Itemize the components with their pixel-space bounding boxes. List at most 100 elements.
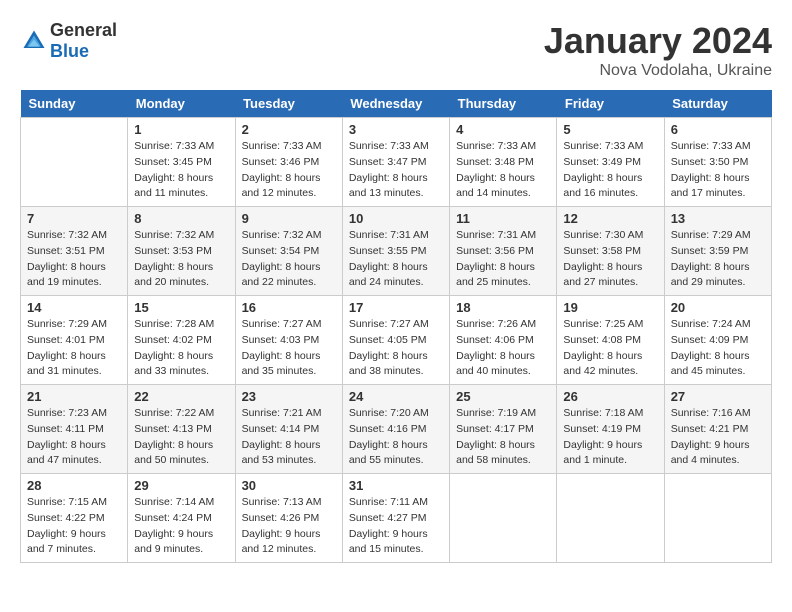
day-number: 20	[671, 300, 765, 315]
day-info: Sunrise: 7:16 AMSunset: 4:21 PMDaylight:…	[671, 406, 765, 469]
weekday-header-sunday: Sunday	[21, 90, 128, 118]
calendar-cell: 20 Sunrise: 7:24 AMSunset: 4:09 PMDayligh…	[664, 296, 771, 385]
day-info: Sunrise: 7:14 AMSunset: 4:24 PMDaylight:…	[134, 495, 228, 558]
calendar-cell: 14 Sunrise: 7:29 AMSunset: 4:01 PMDayligh…	[21, 296, 128, 385]
calendar-cell: 9 Sunrise: 7:32 AMSunset: 3:54 PMDaylight…	[235, 207, 342, 296]
day-number: 16	[242, 300, 336, 315]
calendar-cell: 15 Sunrise: 7:28 AMSunset: 4:02 PMDayligh…	[128, 296, 235, 385]
calendar-cell: 12 Sunrise: 7:30 AMSunset: 3:58 PMDayligh…	[557, 207, 664, 296]
day-number: 10	[349, 211, 443, 226]
calendar-cell: 1 Sunrise: 7:33 AMSunset: 3:45 PMDaylight…	[128, 118, 235, 207]
day-info: Sunrise: 7:19 AMSunset: 4:17 PMDaylight:…	[456, 406, 550, 469]
calendar-cell	[664, 474, 771, 563]
day-info: Sunrise: 7:33 AMSunset: 3:45 PMDaylight:…	[134, 139, 228, 202]
day-info: Sunrise: 7:33 AMSunset: 3:47 PMDaylight:…	[349, 139, 443, 202]
day-number: 15	[134, 300, 228, 315]
logo-general-text: General	[50, 20, 117, 40]
calendar-cell: 16 Sunrise: 7:27 AMSunset: 4:03 PMDayligh…	[235, 296, 342, 385]
weekday-header-wednesday: Wednesday	[342, 90, 449, 118]
calendar-cell: 3 Sunrise: 7:33 AMSunset: 3:47 PMDaylight…	[342, 118, 449, 207]
day-number: 27	[671, 389, 765, 404]
calendar-week-row: 21Sunrise: 7:23 AMSunset: 4:11 PMDayligh…	[21, 385, 772, 474]
calendar-cell: 22Sunrise: 7:22 AMSunset: 4:13 PMDayligh…	[128, 385, 235, 474]
day-info: Sunrise: 7:15 AMSunset: 4:22 PMDaylight:…	[27, 495, 121, 558]
day-info: Sunrise: 7:33 AMSunset: 3:49 PMDaylight:…	[563, 139, 657, 202]
day-info: Sunrise: 7:32 AMSunset: 3:54 PMDaylight:…	[242, 228, 336, 291]
calendar-cell: 19Sunrise: 7:25 AMSunset: 4:08 PMDayligh…	[557, 296, 664, 385]
day-number: 24	[349, 389, 443, 404]
day-info: Sunrise: 7:29 AMSunset: 3:59 PMDaylight:…	[671, 228, 765, 291]
day-number: 5	[563, 122, 657, 137]
header: General Blue January 2024 Nova Vodolaha,…	[20, 20, 772, 80]
day-info: Sunrise: 7:33 AMSunset: 3:48 PMDaylight:…	[456, 139, 550, 202]
day-info: Sunrise: 7:21 AMSunset: 4:14 PMDaylight:…	[242, 406, 336, 469]
day-number: 9	[242, 211, 336, 226]
day-info: Sunrise: 7:31 AMSunset: 3:56 PMDaylight:…	[456, 228, 550, 291]
day-number: 30	[242, 478, 336, 493]
calendar-cell	[21, 118, 128, 207]
calendar-cell: 30 Sunrise: 7:13 AMSunset: 4:26 PMDayligh…	[235, 474, 342, 563]
day-number: 14	[27, 300, 121, 315]
calendar-cell	[450, 474, 557, 563]
day-number: 26	[563, 389, 657, 404]
weekday-header-saturday: Saturday	[664, 90, 771, 118]
calendar-cell: 11 Sunrise: 7:31 AMSunset: 3:56 PMDayligh…	[450, 207, 557, 296]
day-info: Sunrise: 7:28 AMSunset: 4:02 PMDaylight:…	[134, 317, 228, 380]
logo-icon	[20, 27, 48, 55]
calendar-cell: 8 Sunrise: 7:32 AMSunset: 3:53 PMDaylight…	[128, 207, 235, 296]
weekday-header-friday: Friday	[557, 90, 664, 118]
day-info: Sunrise: 7:30 AMSunset: 3:58 PMDaylight:…	[563, 228, 657, 291]
calendar-week-row: 7 Sunrise: 7:32 AMSunset: 3:51 PMDaylight…	[21, 207, 772, 296]
day-number: 23	[242, 389, 336, 404]
calendar-cell: 28 Sunrise: 7:15 AMSunset: 4:22 PMDayligh…	[21, 474, 128, 563]
day-number: 1	[134, 122, 228, 137]
day-number: 7	[27, 211, 121, 226]
day-info: Sunrise: 7:18 AMSunset: 4:19 PMDaylight:…	[563, 406, 657, 469]
day-info: Sunrise: 7:22 AMSunset: 4:13 PMDaylight:…	[134, 406, 228, 469]
calendar-week-row: 28 Sunrise: 7:15 AMSunset: 4:22 PMDayligh…	[21, 474, 772, 563]
day-info: Sunrise: 7:29 AMSunset: 4:01 PMDaylight:…	[27, 317, 121, 380]
logo: General Blue	[20, 20, 117, 62]
title-area: January 2024 Nova Vodolaha, Ukraine	[544, 20, 772, 80]
day-number: 2	[242, 122, 336, 137]
day-number: 18	[456, 300, 550, 315]
calendar-cell	[557, 474, 664, 563]
calendar-cell: 21Sunrise: 7:23 AMSunset: 4:11 PMDayligh…	[21, 385, 128, 474]
day-number: 11	[456, 211, 550, 226]
day-number: 4	[456, 122, 550, 137]
weekday-header-thursday: Thursday	[450, 90, 557, 118]
day-info: Sunrise: 7:32 AMSunset: 3:53 PMDaylight:…	[134, 228, 228, 291]
calendar-cell: 13Sunrise: 7:29 AMSunset: 3:59 PMDayligh…	[664, 207, 771, 296]
location-title: Nova Vodolaha, Ukraine	[544, 62, 772, 80]
day-number: 28	[27, 478, 121, 493]
day-number: 8	[134, 211, 228, 226]
logo-blue-text: Blue	[50, 41, 89, 61]
day-number: 25	[456, 389, 550, 404]
day-number: 6	[671, 122, 765, 137]
calendar-cell: 4 Sunrise: 7:33 AMSunset: 3:48 PMDaylight…	[450, 118, 557, 207]
calendar-cell: 17 Sunrise: 7:27 AMSunset: 4:05 PMDayligh…	[342, 296, 449, 385]
day-info: Sunrise: 7:24 AMSunset: 4:09 PMDaylight:…	[671, 317, 765, 380]
calendar-cell: 6 Sunrise: 7:33 AMSunset: 3:50 PMDaylight…	[664, 118, 771, 207]
day-number: 19	[563, 300, 657, 315]
day-number: 17	[349, 300, 443, 315]
calendar-week-row: 1 Sunrise: 7:33 AMSunset: 3:45 PMDaylight…	[21, 118, 772, 207]
day-info: Sunrise: 7:13 AMSunset: 4:26 PMDaylight:…	[242, 495, 336, 558]
day-number: 12	[563, 211, 657, 226]
calendar-cell: 29Sunrise: 7:14 AMSunset: 4:24 PMDayligh…	[128, 474, 235, 563]
day-info: Sunrise: 7:33 AMSunset: 3:50 PMDaylight:…	[671, 139, 765, 202]
day-info: Sunrise: 7:32 AMSunset: 3:51 PMDaylight:…	[27, 228, 121, 291]
calendar-cell: 10Sunrise: 7:31 AMSunset: 3:55 PMDayligh…	[342, 207, 449, 296]
month-title: January 2024	[544, 20, 772, 62]
calendar-cell: 7 Sunrise: 7:32 AMSunset: 3:51 PMDaylight…	[21, 207, 128, 296]
day-number: 31	[349, 478, 443, 493]
calendar-cell: 26 Sunrise: 7:18 AMSunset: 4:19 PMDayligh…	[557, 385, 664, 474]
day-info: Sunrise: 7:27 AMSunset: 4:05 PMDaylight:…	[349, 317, 443, 380]
calendar-cell: 24Sunrise: 7:20 AMSunset: 4:16 PMDayligh…	[342, 385, 449, 474]
day-number: 3	[349, 122, 443, 137]
calendar-cell: 23 Sunrise: 7:21 AMSunset: 4:14 PMDayligh…	[235, 385, 342, 474]
weekday-header-monday: Monday	[128, 90, 235, 118]
calendar-cell: 31Sunrise: 7:11 AMSunset: 4:27 PMDayligh…	[342, 474, 449, 563]
calendar-cell: 2Sunrise: 7:33 AMSunset: 3:46 PMDaylight…	[235, 118, 342, 207]
day-info: Sunrise: 7:27 AMSunset: 4:03 PMDaylight:…	[242, 317, 336, 380]
